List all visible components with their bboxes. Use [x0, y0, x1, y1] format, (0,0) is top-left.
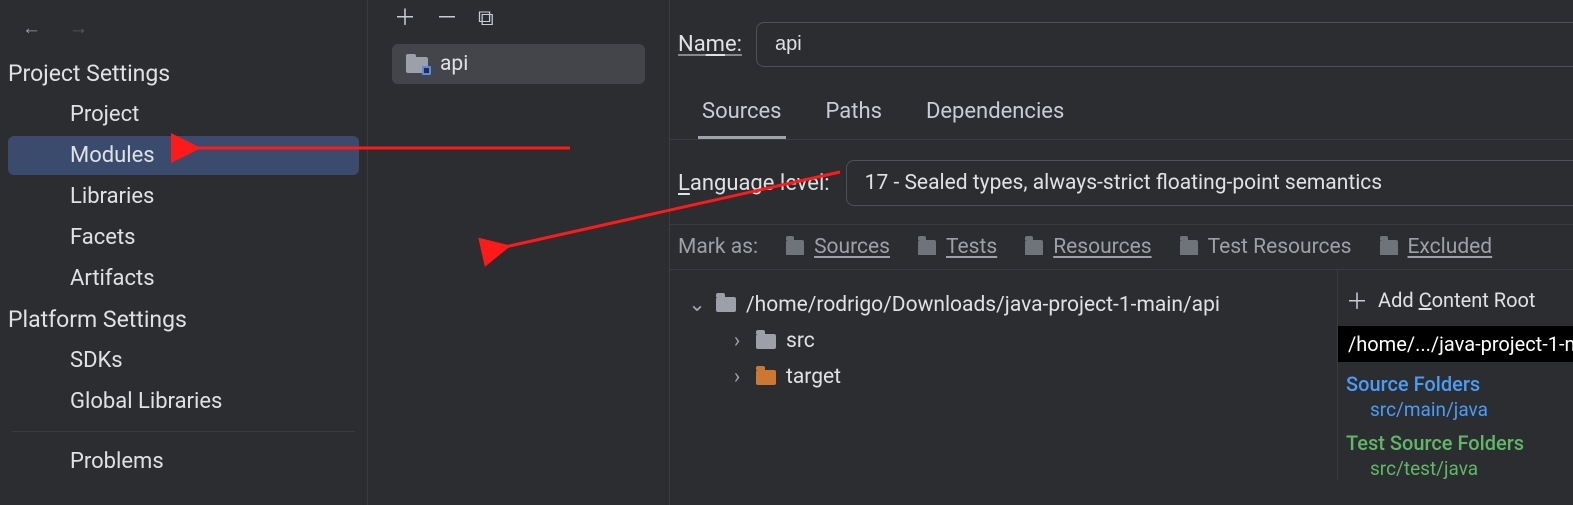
add-module-button[interactable]: ＋: [394, 8, 416, 30]
mark-sources-button[interactable]: Sources: [786, 235, 890, 259]
chevron-right-icon[interactable]: ›: [728, 329, 746, 353]
mark-as-label: Mark as:: [678, 235, 758, 259]
folder-icon: [1025, 240, 1043, 255]
module-item-api[interactable]: api: [392, 44, 645, 84]
test-source-folder-path[interactable]: src/test/java: [1346, 457, 1573, 480]
folder-icon: [786, 240, 804, 255]
tree-child-target[interactable]: › target: [688, 359, 1329, 395]
mark-as-bar: Mark as: Sources Tests Resources Test Re…: [670, 224, 1573, 270]
folder-icon: [756, 370, 776, 385]
sidebar-item-problems[interactable]: Problems: [8, 442, 359, 481]
source-folder-path[interactable]: src/main/java: [1346, 398, 1573, 421]
tab-paths[interactable]: Paths: [822, 93, 886, 139]
content-tree: ⌄ /home/rodrigo/Downloads/java-project-1…: [670, 270, 1337, 480]
remove-module-button[interactable]: －: [436, 8, 458, 30]
content-roots-panel: ＋ Add Content Root /home/.../java-projec…: [1337, 270, 1573, 480]
module-name-input[interactable]: [756, 22, 1573, 67]
sidebar-item-project[interactable]: Project: [8, 95, 359, 134]
folder-icon: [1380, 240, 1398, 255]
tree-child-label: src: [786, 329, 815, 353]
folder-icon: [756, 334, 776, 349]
sidebar-item-artifacts[interactable]: Artifacts: [8, 259, 359, 298]
test-source-folders-title: Test Source Folders: [1346, 421, 1573, 457]
tab-dependencies[interactable]: Dependencies: [922, 93, 1068, 139]
tab-sources[interactable]: Sources: [698, 93, 786, 139]
mark-resources-button[interactable]: Resources: [1025, 235, 1151, 259]
language-level-select[interactable]: 17 - Sealed types, always-strict floatin…: [846, 160, 1573, 206]
source-folders-title: Source Folders: [1346, 362, 1573, 398]
tree-child-src[interactable]: › src: [688, 323, 1329, 359]
sidebar-item-modules[interactable]: Modules: [8, 136, 359, 175]
name-label: Name:: [678, 32, 742, 57]
tree-root-label: /home/rodrigo/Downloads/java-project-1-m…: [746, 293, 1220, 317]
sidebar-separator: [12, 431, 355, 432]
module-toolbar: ＋ － ⧉: [368, 0, 669, 40]
mark-test-resources-button[interactable]: Test Resources: [1180, 235, 1352, 259]
module-list-panel: ＋ － ⧉ api: [368, 0, 670, 505]
copy-module-button[interactable]: ⧉: [478, 8, 494, 30]
folder-icon: [716, 297, 736, 312]
content-root-path[interactable]: /home/.../java-project-1-main/api: [1338, 326, 1573, 362]
module-folder-icon: [406, 55, 428, 73]
mark-excluded-button[interactable]: Excluded: [1380, 235, 1493, 259]
sidebar-item-libraries[interactable]: Libraries: [8, 177, 359, 216]
sidebar-item-sdks[interactable]: SDKs: [8, 341, 359, 380]
platform-settings-header: Platform Settings: [0, 300, 367, 339]
back-arrow[interactable]: ←: [22, 16, 41, 40]
tree-child-label: target: [786, 365, 841, 389]
chevron-right-icon[interactable]: ›: [728, 365, 746, 389]
language-level-label: Language level:: [678, 171, 830, 196]
mark-tests-button[interactable]: Tests: [918, 235, 997, 259]
module-detail-panel: Name: Sources Paths Dependencies Languag…: [670, 0, 1573, 505]
nav-arrows: ← →: [0, 12, 367, 54]
sidebar-item-facets[interactable]: Facets: [8, 218, 359, 257]
forward-arrow[interactable]: →: [69, 16, 88, 40]
sidebar-item-global-libraries[interactable]: Global Libraries: [8, 382, 359, 421]
plus-icon: ＋: [1346, 284, 1368, 316]
tree-root-row[interactable]: ⌄ /home/rodrigo/Downloads/java-project-1…: [688, 286, 1329, 323]
folder-icon: [918, 240, 936, 255]
sidebar: ← → Project Settings Project Modules Lib…: [0, 0, 368, 505]
folder-icon: [1180, 240, 1198, 255]
chevron-down-icon[interactable]: ⌄: [688, 292, 706, 317]
add-content-root-button[interactable]: ＋ Add Content Root: [1346, 280, 1573, 326]
project-settings-header: Project Settings: [0, 54, 367, 93]
module-tabs: Sources Paths Dependencies: [670, 87, 1573, 140]
module-item-label: api: [440, 52, 468, 76]
